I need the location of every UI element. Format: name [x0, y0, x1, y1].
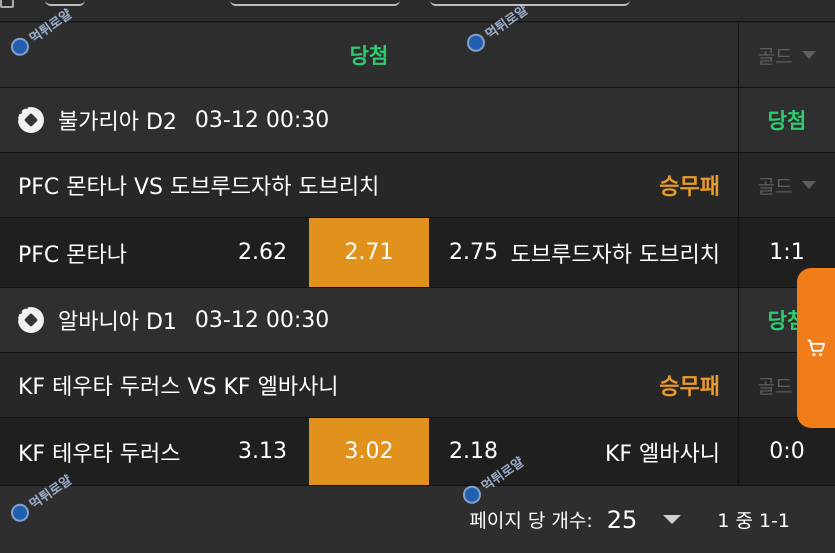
odds-row: PFC 몬타나 2.62 2.71 2.75 도브루드자하 도브리치 1:1 [0, 218, 835, 288]
grade-dropdown[interactable]: 골드 [738, 153, 835, 217]
match-datetime: 03-12 00:30 [194, 107, 330, 133]
away-win-odd[interactable]: 2.75 [449, 218, 498, 287]
chevron-down-icon[interactable] [663, 515, 682, 524]
league-row: 불가리아 D2 03-12 00:30 당첨 [0, 88, 835, 153]
header-text-fragment [45, 0, 85, 6]
draw-odd-selected[interactable]: 2.71 [309, 218, 429, 287]
market-type: 승무패 [659, 375, 720, 400]
final-score: 1:1 [769, 240, 805, 265]
shopping-cart-icon [807, 339, 826, 357]
match-title: PFC 몬타나 VS 도브루드자하 도브리치 [18, 175, 380, 200]
home-team-name: KF 테우타 두러스 [18, 441, 181, 467]
rows-per-page-value[interactable]: 25 [607, 506, 638, 534]
league-row: 알바니아 D1 03-12 00:30 당첨 [0, 288, 835, 353]
odds-row: KF 테우타 두러스 3.13 3.02 2.18 KF 엘바사니 0:0 [0, 418, 835, 486]
home-win-odd[interactable]: 2.62 [238, 218, 287, 287]
chevron-down-icon [802, 181, 817, 189]
league-name: 불가리아 D2 [58, 110, 177, 135]
soccer-ball-icon [18, 307, 44, 333]
header-text-fragment [230, 0, 400, 6]
cart-tab-button[interactable] [797, 268, 835, 428]
away-win-odd[interactable]: 2.18 [449, 418, 498, 485]
pagination-footer: 페이지 당 개수: 25 1 중 1-1 [0, 486, 835, 553]
market-type: 승무패 [659, 175, 720, 200]
soccer-ball-icon [18, 107, 44, 133]
draw-odd-selected[interactable]: 3.02 [309, 418, 429, 485]
grade-dropdown[interactable]: 골드 [738, 23, 835, 87]
bet-status-label: 당첨 [349, 44, 389, 68]
home-win-odd[interactable]: 3.13 [238, 418, 287, 485]
match-title: KF 테우타 두러스 VS KF 엘바사니 [18, 375, 339, 400]
final-score: 0:0 [769, 439, 805, 464]
grade-dropdown-label: 골드 [757, 45, 793, 68]
away-team-name: KF 엘바사니 [604, 441, 720, 467]
page-range: 1 중 1-1 [717, 510, 790, 532]
match-title-row: KF 테우타 두러스 VS KF 엘바사니 승무패 골드 [0, 353, 835, 418]
chevron-down-icon [802, 51, 817, 59]
header-checkbox[interactable] [0, 0, 14, 8]
match-title-row: PFC 몬타나 VS 도브루드자하 도브리치 승무패 골드 [0, 153, 835, 218]
rows-per-page-label: 페이지 당 개수: [469, 510, 593, 532]
league-name: 알바니아 D1 [58, 310, 177, 335]
header-text-fragment [430, 0, 630, 6]
grade-dropdown-label: 골드 [757, 175, 793, 198]
bet-status-row: 당첨 골드 [0, 23, 835, 88]
top-header-strip [0, 0, 835, 22]
home-team-name: PFC 몬타나 [18, 242, 127, 268]
grade-dropdown-label: 골드 [757, 375, 793, 398]
match-result-label: 당첨 [767, 109, 807, 133]
away-team-name: 도브루드자하 도브리치 [510, 242, 720, 268]
match-datetime: 03-12 00:30 [194, 307, 330, 333]
